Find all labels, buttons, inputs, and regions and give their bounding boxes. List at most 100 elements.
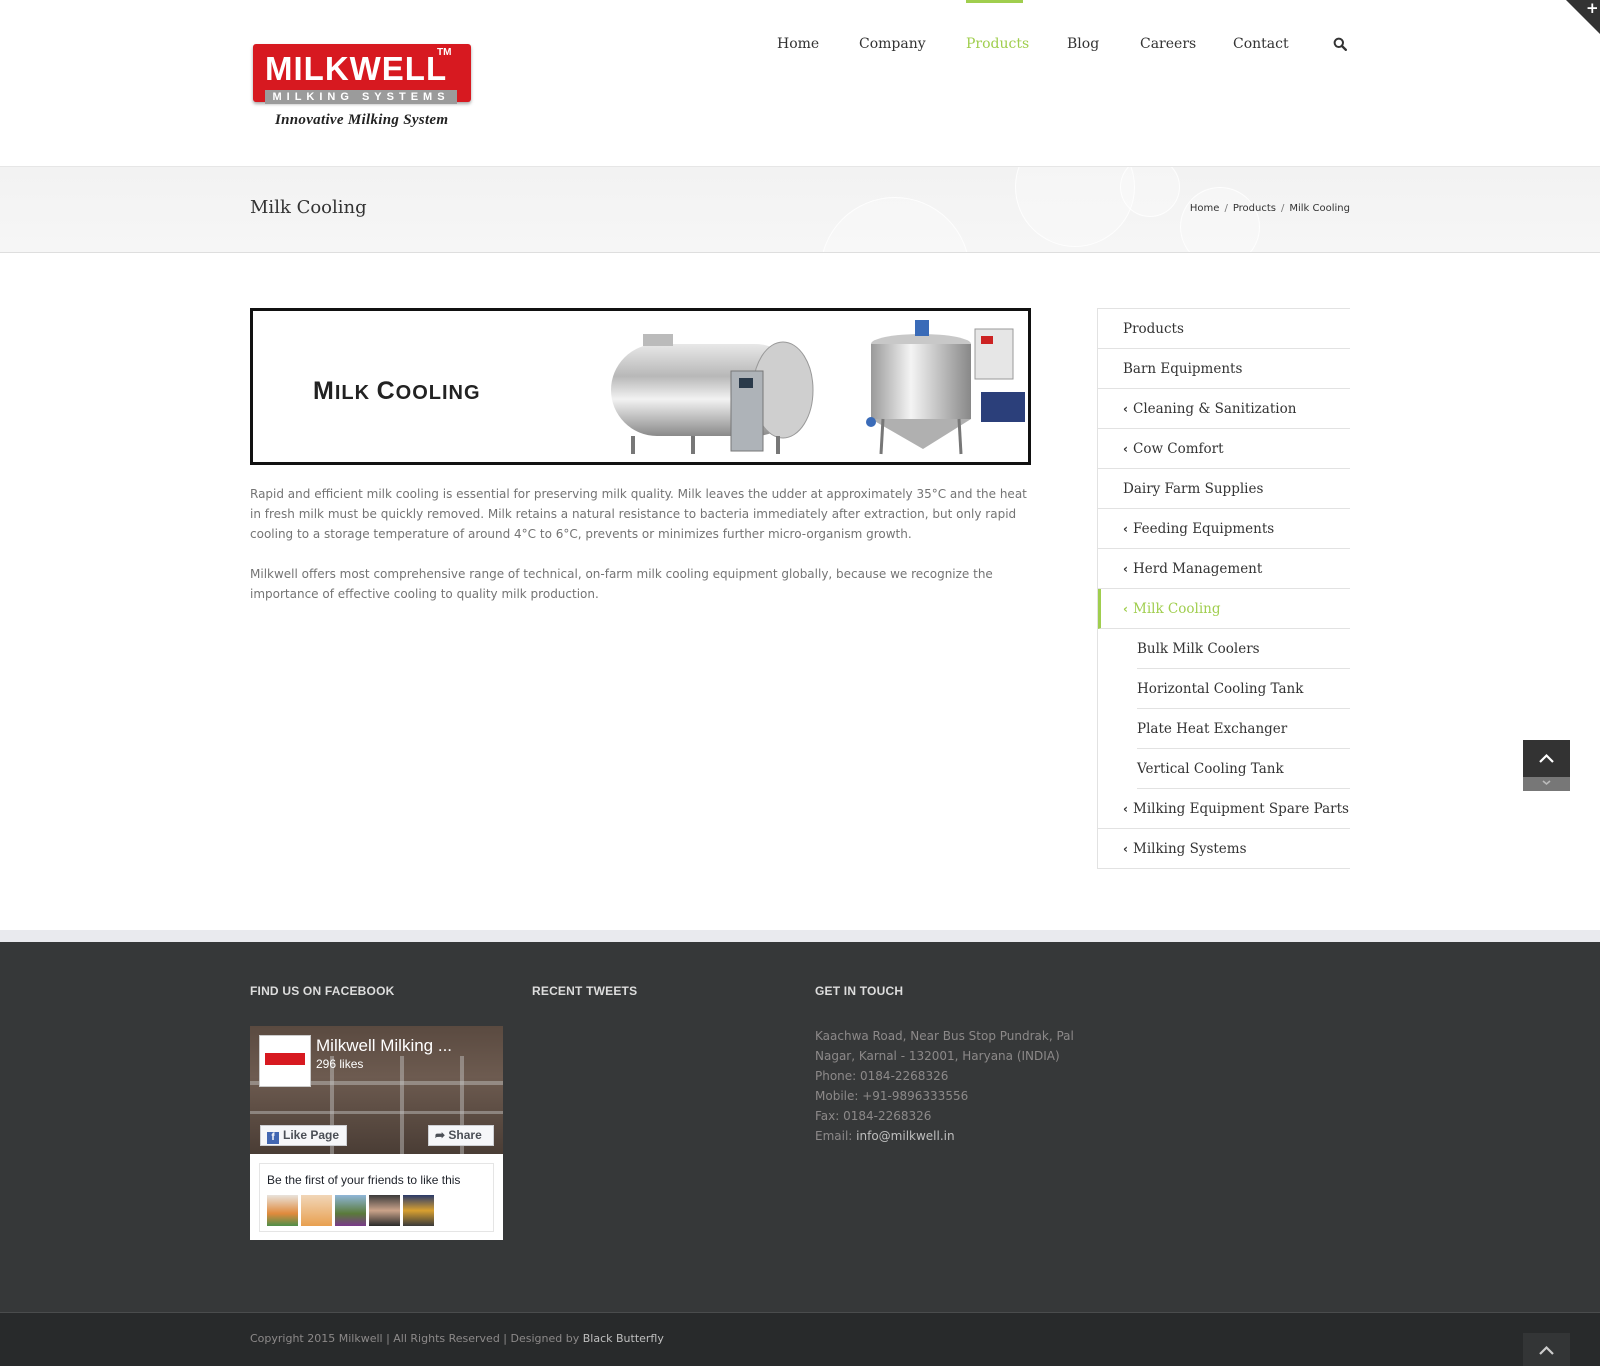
footer-heading-tweets: RECENT TWEETS	[532, 984, 638, 998]
contact-phone: Phone: 0184-2268326	[815, 1069, 949, 1083]
contact-email-row: Email: info@milkwell.in	[815, 1126, 1075, 1146]
friend-avatar[interactable]	[267, 1195, 298, 1226]
search-icon[interactable]	[1333, 37, 1347, 51]
facebook-like-count: 296 likes	[316, 1057, 364, 1071]
nav-item-home[interactable]: Home	[777, 36, 819, 52]
logo-tagline: Innovative Milking System	[275, 112, 449, 128]
breadcrumb-home[interactable]: Home	[1190, 203, 1220, 214]
page-title-bar: Milk Cooling Home / Products / Milk Cooling	[0, 166, 1600, 253]
sidebar-subitem-bulk-milk-coolers[interactable]: Bulk Milk Coolers	[1137, 629, 1350, 669]
contact-address: Kaachwa Road, Near Bus Stop Pundrak, Pal…	[815, 1029, 1074, 1063]
contact-mobile: Mobile: +91-9896333556	[815, 1089, 969, 1103]
nav-item-careers[interactable]: Careers	[1140, 36, 1196, 52]
nav-item-products[interactable]: Products	[966, 36, 1029, 52]
breadcrumb: Home / Products / Milk Cooling	[1190, 203, 1350, 214]
sidebar-subitem-plate-heat-exchanger[interactable]: Plate Heat Exchanger	[1137, 709, 1350, 749]
sidebar-item-label: Dairy Farm Supplies	[1123, 481, 1264, 497]
footer-separator	[0, 930, 1600, 942]
sidebar-item-label: Cleaning & Sanitization	[1133, 401, 1297, 417]
nav-active-indicator	[966, 0, 1023, 3]
sidebar-item-label: Milk Cooling	[1133, 601, 1221, 617]
facebook-share-button[interactable]: ➦ Share	[428, 1125, 494, 1146]
sidebar-item-herd-management[interactable]: ‹ Herd Management	[1098, 549, 1350, 589]
site-logo[interactable]: MILKWELL TM MILKING SYSTEMS Innovative M…	[253, 42, 477, 142]
like-page-label: Like Page	[283, 1128, 340, 1142]
sidebar-item-label: Milking Equipment Spare Parts	[1133, 801, 1349, 817]
chevron-left-icon: ‹	[1123, 522, 1128, 536]
nav-item-contact[interactable]: Contact	[1233, 36, 1289, 52]
share-icon: ➦	[435, 1128, 449, 1142]
nav-item-company[interactable]: Company	[859, 36, 926, 52]
copyright-label: Copyright 2015 Milkwell | All Rights Res…	[250, 1332, 580, 1345]
back-to-top-button[interactable]	[1523, 740, 1570, 791]
cover-decoration	[400, 1056, 404, 1154]
sidebar-item-label: Herd Management	[1133, 561, 1263, 577]
product-sidebar-menu: Products Barn Equipments ‹ Cleaning & San…	[1097, 308, 1350, 869]
sidebar-item-dairy-farm-supplies[interactable]: Dairy Farm Supplies	[1098, 469, 1350, 509]
sidebar-item-feeding-equipments[interactable]: ‹ Feeding Equipments	[1098, 509, 1350, 549]
vertical-tank-image	[866, 320, 1025, 455]
content-paragraph: Rapid and efficient milk cooling is esse…	[250, 487, 1027, 541]
facebook-page-name[interactable]: Milkwell Milking ...	[316, 1036, 452, 1056]
sidebar-item-cleaning-sanitization[interactable]: ‹ Cleaning & Sanitization	[1098, 389, 1350, 429]
logo-trademark: TM	[437, 47, 452, 58]
decorative-bubble	[1180, 187, 1260, 252]
sidebar-subitem-label: Plate Heat Exchanger	[1137, 721, 1288, 737]
facebook-page-avatar[interactable]	[259, 1035, 311, 1087]
contact-email-link[interactable]: info@milkwell.in	[856, 1129, 954, 1143]
product-banner: MILK COOLING	[250, 308, 1031, 465]
page-title: Milk Cooling	[250, 197, 367, 218]
breadcrumb-separator: /	[1224, 203, 1228, 214]
chevron-left-icon: ‹	[1123, 602, 1128, 616]
chevron-left-icon: ‹	[1123, 442, 1128, 456]
facebook-page-widget[interactable]: Milkwell Milking ... 296 likes f Like Pag…	[250, 1026, 503, 1240]
facebook-friends-text: Be the first of your friends to like thi…	[267, 1173, 461, 1187]
sidebar-item-cow-comfort[interactable]: ‹ Cow Comfort	[1098, 429, 1350, 469]
sidebar-item-milking-systems[interactable]: ‹ Milking Systems	[1098, 829, 1350, 869]
cover-decoration	[250, 1111, 503, 1114]
friend-avatar[interactable]	[335, 1195, 366, 1226]
chevron-left-icon: ‹	[1123, 402, 1128, 416]
banner-title: MILK COOLING	[313, 377, 481, 405]
facebook-like-page-button[interactable]: f Like Page	[260, 1125, 347, 1146]
sidebar-item-milking-equipment-spare-parts[interactable]: ‹ Milking Equipment Spare Parts	[1098, 789, 1350, 829]
facebook-friends-box: Be the first of your friends to like thi…	[259, 1163, 494, 1232]
decorative-bubble	[1015, 167, 1135, 247]
footer-heading-facebook: FIND US ON FACEBOOK	[250, 984, 395, 998]
sidebar-item-barn-equipments[interactable]: Barn Equipments	[1098, 349, 1350, 389]
chevron-left-icon: ‹	[1123, 562, 1128, 576]
logo-strip: MILKING SYSTEMS	[265, 90, 457, 104]
sidebar-subitem-vertical-cooling-tank[interactable]: Vertical Cooling Tank	[1137, 749, 1350, 789]
footer-heading-contact: GET IN TOUCH	[815, 984, 904, 998]
copyright-text: Copyright 2015 Milkwell | All Rights Res…	[250, 1332, 664, 1345]
contact-email-label: Email:	[815, 1129, 853, 1143]
sidebar-subitem-horizontal-cooling-tank[interactable]: Horizontal Cooling Tank	[1137, 669, 1350, 709]
sidebar-item-label: Products	[1123, 321, 1184, 337]
sidebar-item-label: Milking Systems	[1133, 841, 1247, 857]
logo-brand: MILKWELL	[265, 50, 448, 87]
breadcrumb-current: Milk Cooling	[1289, 203, 1350, 214]
decorative-bubble	[1120, 167, 1180, 217]
sidebar-item-products[interactable]: Products	[1098, 309, 1350, 349]
contact-fax: Fax: 0184-2268326	[815, 1109, 932, 1123]
plus-icon: +	[1586, 0, 1599, 17]
decorative-bubble	[820, 197, 970, 252]
chevron-left-icon: ‹	[1123, 802, 1128, 816]
breadcrumb-products[interactable]: Products	[1233, 203, 1276, 214]
header: MILKWELL TM MILKING SYSTEMS Innovative M…	[0, 0, 1600, 166]
horizontal-tank-image	[611, 334, 814, 454]
sidebar-subitem-label: Vertical Cooling Tank	[1137, 761, 1284, 777]
friend-avatar[interactable]	[369, 1195, 400, 1226]
facebook-icon: f	[267, 1132, 279, 1144]
sidebar-subitem-label: Horizontal Cooling Tank	[1137, 681, 1304, 697]
friend-avatar[interactable]	[403, 1195, 434, 1226]
breadcrumb-separator: /	[1281, 203, 1285, 214]
footer-back-to-top-button[interactable]	[1523, 1333, 1570, 1366]
sidebar-item-label: Cow Comfort	[1133, 441, 1224, 457]
designer-credit-link[interactable]: Black Butterfly	[583, 1332, 664, 1345]
friend-avatar[interactable]	[301, 1195, 332, 1226]
footer: FIND US ON FACEBOOK RECENT TWEETS GET IN…	[0, 942, 1600, 1312]
sidebar-item-milk-cooling[interactable]: ‹ Milk Cooling	[1098, 589, 1350, 629]
nav-item-blog[interactable]: Blog	[1067, 36, 1099, 52]
sidebar-item-label: Feeding Equipments	[1133, 521, 1275, 537]
